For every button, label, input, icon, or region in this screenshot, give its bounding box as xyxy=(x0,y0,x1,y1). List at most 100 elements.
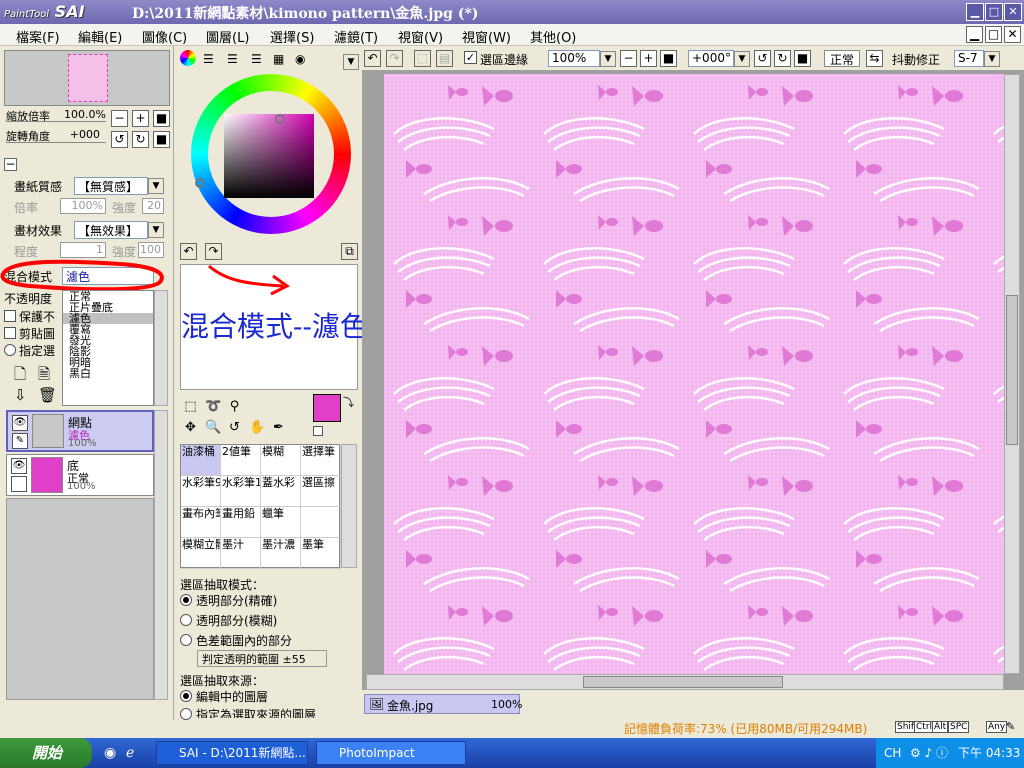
brush-tool[interactable]: 模糊立體 xyxy=(181,538,221,569)
layer-item-base[interactable]: 👁 底 正常 100% xyxy=(6,454,154,496)
primary-color-swatch[interactable] xyxy=(313,394,341,422)
canvas-rotate-reset-button[interactable]: ■ xyxy=(794,50,811,67)
eye-icon[interactable]: 👁 xyxy=(12,415,28,431)
collapse-icon[interactable]: − xyxy=(4,158,17,171)
language-indicator[interactable]: CH xyxy=(884,738,901,768)
strength-value[interactable]: 20 xyxy=(142,198,164,214)
menu-view[interactable]: 視窗(V) xyxy=(398,27,443,46)
blend-option[interactable]: 黑白 xyxy=(63,368,153,379)
zoom-slider[interactable] xyxy=(6,121,106,122)
canvas-zoom-reset-button[interactable]: ■ xyxy=(660,50,677,67)
eyedropper-icon[interactable]: ✒ xyxy=(271,420,286,435)
brush-tool[interactable]: 模糊 xyxy=(261,445,301,476)
merge-down-icon[interactable]: ⇩ xyxy=(14,386,27,404)
rotate-reset-button[interactable]: ■ xyxy=(153,131,170,148)
color-mix-tab-icon[interactable]: ☰ xyxy=(251,52,262,66)
zoom-icon[interactable]: 🔍 xyxy=(205,420,221,435)
transparency-range-field[interactable]: 判定透明的範圍 ±55 xyxy=(197,650,327,667)
tray-icons[interactable]: ⚙ ♪ ⓘ xyxy=(910,738,948,768)
menu-edit[interactable]: 編輯(E) xyxy=(78,27,122,46)
rotate-slider[interactable] xyxy=(6,142,106,143)
brush-tool[interactable]: 畫用鉛 xyxy=(221,507,261,538)
menu-file[interactable]: 檔案(F) xyxy=(16,27,60,46)
panel-menu-icon[interactable]: ▼ xyxy=(343,54,359,70)
menu-other[interactable]: 其他(O) xyxy=(530,27,576,46)
stabilizer-select[interactable]: S-7 xyxy=(954,50,984,67)
vertical-scroll-thumb[interactable] xyxy=(1006,295,1018,445)
flip-mode-button[interactable]: 正常 xyxy=(824,50,860,67)
scratchpad-tab-icon[interactable]: ◉ xyxy=(295,52,305,66)
zoom-value[interactable]: 100.0% xyxy=(62,108,106,121)
vertical-scrollbar[interactable] xyxy=(1004,74,1020,674)
deselect-icon[interactable]: ⬚ xyxy=(414,50,431,67)
color-wheel-tab-icon[interactable] xyxy=(180,50,196,66)
zoom-reset-button[interactable]: ■ xyxy=(153,110,170,127)
rotate-right-button[interactable]: ↻ xyxy=(132,131,149,148)
rotate-value[interactable]: +000 xyxy=(62,128,100,141)
brush-tool[interactable]: 油漆桶 xyxy=(181,445,221,476)
brush-lock-icon[interactable]: ✎ xyxy=(12,433,28,449)
navigator-preview[interactable] xyxy=(4,50,170,106)
delete-layer-icon[interactable]: 🗑 xyxy=(38,386,57,404)
blend-mode-list[interactable]: 正常 正片疊底 濾色 覆寫 發光 陰影 明暗 黑白 xyxy=(62,290,154,406)
canvas-zoom-out-button[interactable]: − xyxy=(620,50,637,67)
brush-tool[interactable]: 畫布內筆 xyxy=(181,507,221,538)
brush-tool[interactable]: 2値筆 xyxy=(221,445,261,476)
file-tab[interactable]: 🖼 金魚.jpg 100% xyxy=(364,694,522,714)
navigator-viewport[interactable] xyxy=(68,54,108,102)
stabilizer-dropdown-icon[interactable]: ▼ xyxy=(984,51,1000,67)
menu-select[interactable]: 選擇(S) xyxy=(270,27,314,46)
zoom-in-button[interactable]: + xyxy=(132,110,149,127)
menu-image[interactable]: 圖像(C) xyxy=(142,27,187,46)
opt-transparent-blur-radio[interactable] xyxy=(180,614,192,626)
blend-list-scrollbar[interactable] xyxy=(154,290,168,406)
clock[interactable]: 下午 04:33 xyxy=(958,738,1020,768)
horizontal-scrollbar[interactable] xyxy=(366,674,1004,690)
minimize-icon[interactable]: ▁ xyxy=(966,3,984,21)
rate-value[interactable]: 100% xyxy=(60,198,106,214)
brush-tool[interactable]: 水彩筆10版 xyxy=(221,476,261,507)
maximize-icon[interactable]: □ xyxy=(985,3,1003,21)
paper-texture-select[interactable]: 【無質感】 xyxy=(74,177,148,195)
opt-transparent-exact-radio[interactable] xyxy=(180,594,192,606)
canvas-zoom-in-button[interactable]: + xyxy=(640,50,657,67)
magic-wand-icon[interactable]: ⚲ xyxy=(227,399,242,414)
swap-colors-icon[interactable]: ⤵ xyxy=(343,394,354,410)
angle-dropdown-icon[interactable]: ▼ xyxy=(734,51,750,67)
kimono-pattern-canvas[interactable] xyxy=(384,74,1004,674)
brush-tool[interactable]: 選擇筆 xyxy=(301,445,341,476)
color-picker-handle[interactable] xyxy=(275,114,285,124)
menu-close-icon[interactable]: ✕ xyxy=(1004,26,1021,43)
brush-tool[interactable]: 墨汁濃 xyxy=(261,538,301,569)
zoom-dropdown-icon[interactable]: ▼ xyxy=(600,51,616,67)
swatches-tab-icon[interactable]: ▦ xyxy=(273,52,284,66)
rotate-left-button[interactable]: ↺ xyxy=(111,131,128,148)
lasso-icon[interactable]: ➰ xyxy=(205,399,221,414)
rect-select-icon[interactable]: ⬚ xyxy=(183,399,198,414)
brush-tool[interactable]: 蠟筆 xyxy=(261,507,301,538)
angle-select[interactable]: +000° xyxy=(688,50,734,67)
menu-minimize-icon[interactable]: ▁ xyxy=(966,26,983,43)
task-photoimpact[interactable]: PhotoImpact xyxy=(316,741,466,765)
undo-icon[interactable]: ↶ xyxy=(364,50,381,67)
brush-tool[interactable]: 水彩筆9版 xyxy=(181,476,221,507)
src-designated-layer-radio[interactable] xyxy=(180,708,192,720)
material-effect-select[interactable]: 【無效果】 xyxy=(74,221,148,239)
brush-grid-scrollbar[interactable] xyxy=(341,444,357,568)
zoom-select[interactable]: 100% xyxy=(548,50,600,67)
undo-scratch-icon[interactable]: ↶ xyxy=(180,243,197,260)
brush-tool[interactable] xyxy=(301,507,341,538)
hand-icon[interactable]: ✋ xyxy=(249,420,265,435)
color-wheel[interactable] xyxy=(191,74,351,234)
clip-checkbox[interactable] xyxy=(4,327,16,339)
src-editing-layer-radio[interactable] xyxy=(180,690,192,702)
material-effect-dropdown-icon[interactable]: ▼ xyxy=(148,222,164,238)
opt-color-range-radio[interactable] xyxy=(180,634,192,646)
paper-texture-dropdown-icon[interactable]: ▼ xyxy=(148,178,164,194)
menu-window[interactable]: 視窗(W) xyxy=(462,27,511,46)
scratch-menu-icon[interactable]: ⧉ xyxy=(341,243,358,260)
layer-item-dots[interactable]: 👁 ✎ 網點 濾色 100% xyxy=(6,410,154,452)
rgb-slider-tab-icon[interactable]: ☰ xyxy=(203,52,214,66)
horizontal-scroll-thumb[interactable] xyxy=(583,676,783,688)
zoom-out-button[interactable]: − xyxy=(111,110,128,127)
